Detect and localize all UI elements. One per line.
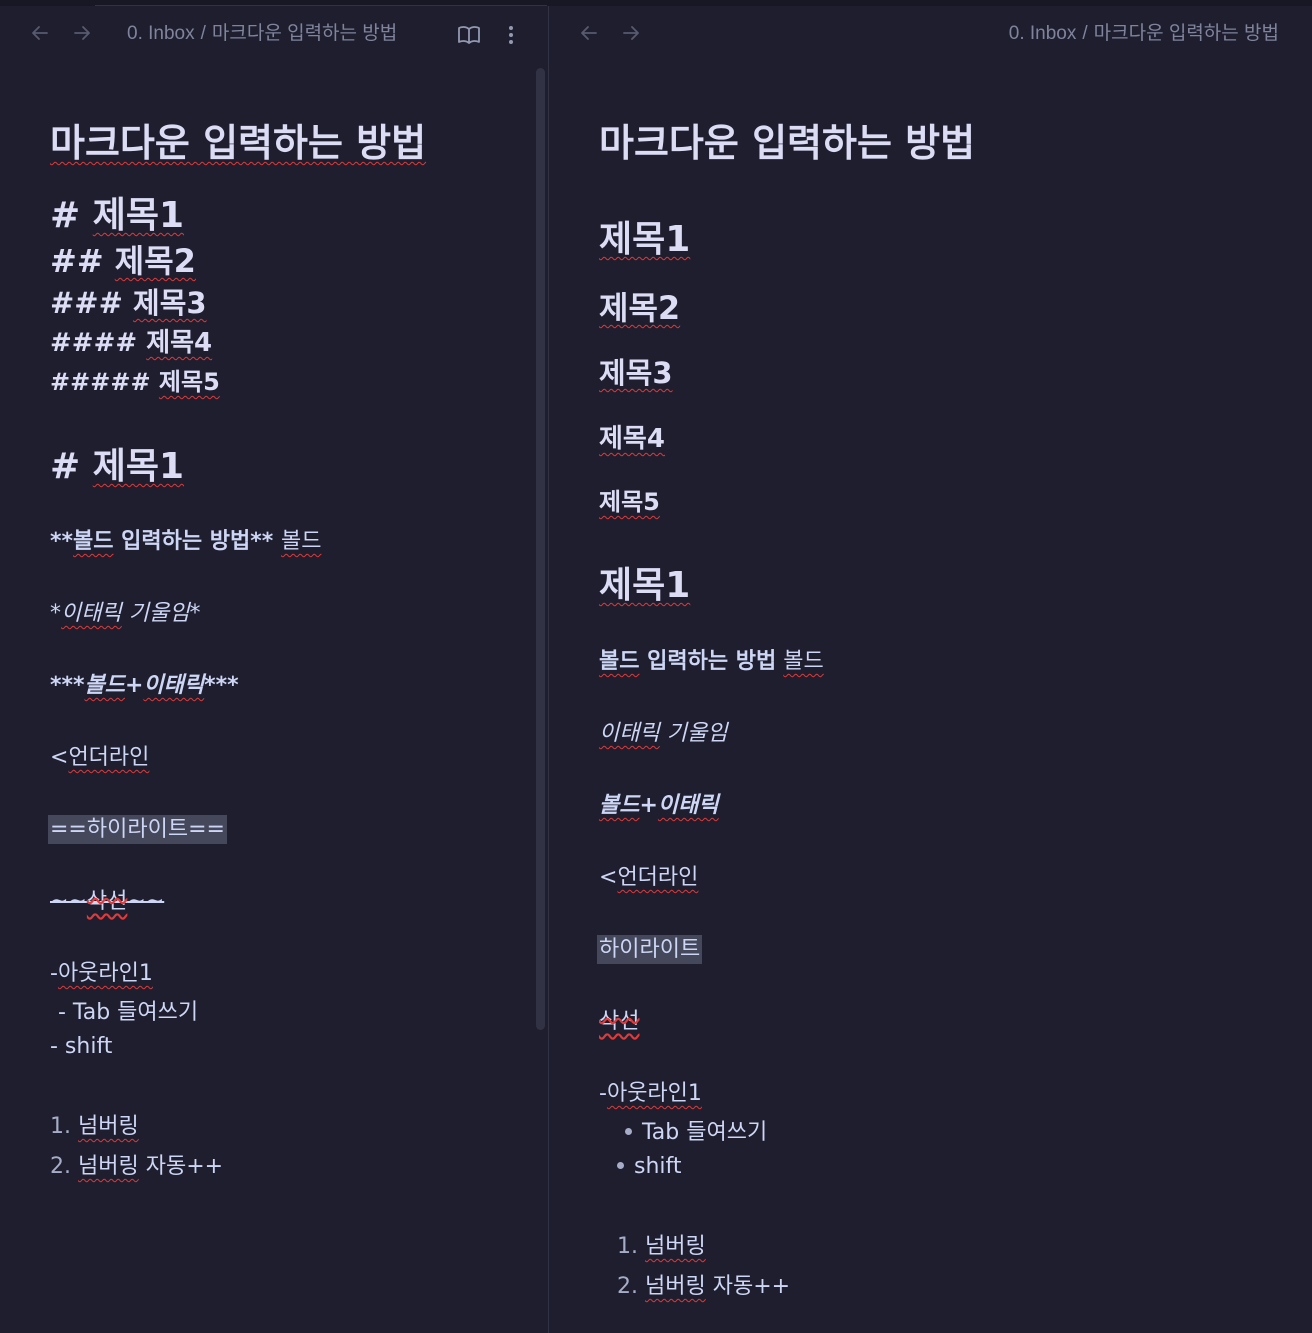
preview-h5: 제목5	[599, 488, 660, 516]
preview-h2: 제목2	[599, 289, 681, 327]
preview-pane: 0. Inbox / 마크다운 입력하는 방법 마크다운 입력하는 방법 제목1 제…	[549, 6, 1312, 1333]
source-h1: # 제목1	[50, 195, 185, 236]
preview-bold-line: 볼드 입력하는 방법 볼드	[599, 649, 824, 674]
preview-content: 마크다운 입력하는 방법 제목1 제목2 제목3 제목4 제목5 제목1 볼드 …	[549, 6, 1312, 1333]
source-shift-line: - shift	[50, 1034, 113, 1059]
source-bold-line: **볼드 입력하는 방법** 볼드	[50, 529, 322, 554]
preview-bullet-2: shift	[617, 1154, 682, 1179]
preview-bold-italic-line: 볼드+이태릭	[599, 793, 719, 818]
preview-number-1: 1. 넘버링	[617, 1234, 706, 1259]
source-editor[interactable]: 마크다운 입력하는 방법 # 제목1 ## 제목2 ### 제목3 #### 제…	[0, 6, 548, 1333]
preview-highlight-line: 하이라이트	[597, 935, 703, 964]
source-strike-line: ~~삭선~~	[50, 889, 165, 914]
source-h2: ## 제목2	[50, 242, 196, 280]
bullet-dot	[617, 1161, 624, 1169]
preview-h4: 제목4	[599, 424, 665, 454]
source-tab-line: - Tab 들여쓰기	[58, 1000, 199, 1025]
preview-number-2: 2. 넘버링 자동++	[617, 1274, 791, 1299]
source-h1-second: # 제목1	[50, 446, 185, 487]
preview-outline-line: -아웃라인1	[599, 1081, 702, 1106]
source-pane: 0. Inbox / 마크다운 입력하는 방법 마크다운 입력하는 방법 # 제목1…	[0, 6, 549, 1333]
note-title: 마크다운 입력하는 방법	[50, 121, 427, 165]
source-italic-line: *이태릭 기울임*	[50, 601, 201, 626]
source-underline-line: <언더라인	[50, 745, 150, 770]
bullet-dot	[625, 1127, 632, 1135]
preview-underline-line: <언더라인	[599, 865, 699, 890]
preview-italic-line: 이태릭 기울임	[599, 721, 728, 746]
source-h5: ##### 제목5	[50, 368, 220, 396]
source-h4: #### 제목4	[50, 328, 213, 358]
source-number-1: 1. 넘버링	[50, 1114, 139, 1139]
source-number-2: 2. 넘버링 자동++	[50, 1154, 224, 1179]
source-bold-italic-line: ***볼드+이태릭***	[50, 673, 239, 698]
app-window: 0. Inbox / 마크다운 입력하는 방법 마크다운 입력하는 방법 # 제목1…	[0, 0, 1312, 1333]
preview-h1: 제목1	[599, 219, 691, 260]
source-highlight-line: ==하이라이트==	[48, 815, 227, 844]
source-outline-line: -아웃라인1	[50, 961, 153, 986]
note-title: 마크다운 입력하는 방법	[599, 121, 976, 165]
preview-h3: 제목3	[599, 356, 673, 390]
scrollbar[interactable]	[536, 68, 545, 1030]
preview-h1-second: 제목1	[599, 565, 691, 606]
preview-strike-line: 삭선	[599, 1009, 640, 1034]
preview-bullet-1: Tab 들여쓰기	[625, 1114, 767, 1146]
source-h3: ### 제목3	[50, 286, 207, 320]
